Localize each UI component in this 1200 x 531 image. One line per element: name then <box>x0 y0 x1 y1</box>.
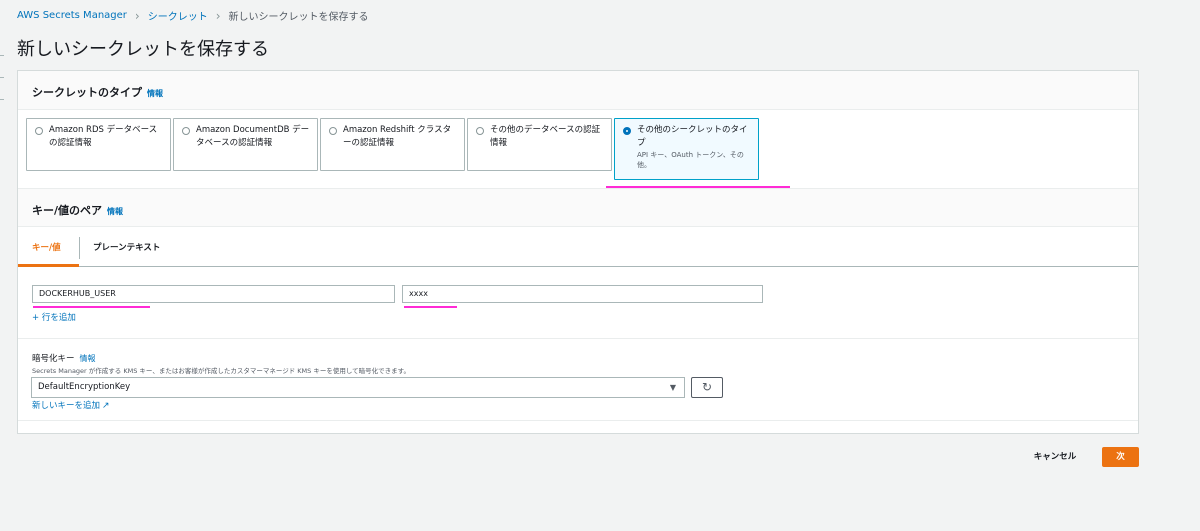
edge-mark <box>0 99 4 100</box>
breadcrumb: AWS Secrets Manager › シークレット › 新しいシークレット… <box>17 8 369 24</box>
secret-type-title: シークレットのタイプ 情報 <box>32 84 163 100</box>
radio-button[interactable] <box>35 127 43 135</box>
encryption-key-label-text: 暗号化キー <box>32 354 75 364</box>
add-new-key-link[interactable]: 新しいキーを追加 ↗ <box>32 399 110 411</box>
add-new-key-text: 新しいキーを追加 <box>32 401 101 411</box>
encryption-key-description: Secrets Manager が作成する KMS キー、またはお客様が作成した… <box>32 367 411 375</box>
secret-key-input[interactable]: DOCKERHUB_USER <box>32 285 395 303</box>
option-label: Amazon DocumentDB データベースの認証情報 <box>196 125 310 148</box>
active-tab-indicator <box>18 264 79 267</box>
chevron-right-icon: › <box>215 8 221 23</box>
option-label: Amazon RDS データベースの認証情報 <box>49 125 158 148</box>
refresh-button[interactable]: ↻ <box>691 377 723 398</box>
secret-type-option-rds[interactable]: Amazon RDS データベースの認証情報 <box>26 118 171 171</box>
add-row-button[interactable]: + 行を追加 <box>32 311 76 323</box>
divider <box>18 338 1138 339</box>
tab-separator <box>79 237 80 259</box>
cancel-button[interactable]: キャンセル <box>1022 447 1088 467</box>
radio-button[interactable] <box>329 127 337 135</box>
encryption-key-select[interactable]: DefaultEncryptionKey ▼ <box>31 377 685 398</box>
option-label: Amazon Redshift クラスターの認証情報 <box>343 125 452 148</box>
secret-type-option-other-db[interactable]: その他のデータベースの認証情報 <box>467 118 612 171</box>
breadcrumb-current: 新しいシークレットを保存する <box>228 12 369 23</box>
option-label: その他のシークレットのタイプ <box>637 125 748 148</box>
edge-mark <box>0 55 4 56</box>
secret-value-input[interactable]: xxxx <box>402 285 763 303</box>
tab-baseline <box>18 266 1138 267</box>
chevron-right-icon: › <box>134 8 140 23</box>
secret-type-title-text: シークレットのタイプ <box>32 86 142 99</box>
radio-button-selected[interactable] <box>623 127 631 135</box>
option-label: その他のデータベースの認証情報 <box>490 125 601 148</box>
info-link[interactable]: 情報 <box>80 354 96 363</box>
secret-type-option-redshift[interactable]: Amazon Redshift クラスターの認証情報 <box>320 118 465 171</box>
annotation-underline <box>33 306 150 308</box>
radio-button[interactable] <box>476 127 484 135</box>
option-description: API キー、OAuth トークン、その他。 <box>637 151 744 169</box>
radio-button[interactable] <box>182 127 190 135</box>
tab-plaintext[interactable]: プレーンテキスト <box>93 241 160 253</box>
external-link-icon: ↗ <box>102 401 110 411</box>
encryption-key-label: 暗号化キー 情報 <box>32 352 96 364</box>
info-link[interactable]: 情報 <box>147 89 163 98</box>
tab-key-value[interactable]: キー/値 <box>32 241 61 253</box>
refresh-icon: ↻ <box>701 380 713 394</box>
breadcrumb-secrets[interactable]: シークレット <box>148 8 208 23</box>
secret-type-header: シークレットのタイプ 情報 <box>18 71 1138 110</box>
kv-title-text: キー/値のペア <box>32 204 103 217</box>
kv-title: キー/値のペア 情報 <box>32 202 123 218</box>
encryption-key-selected: DefaultEncryptionKey <box>38 382 131 392</box>
store-secret-panel: シークレットのタイプ 情報 Amazon RDS データベースの認証情報 Amaz… <box>17 70 1139 434</box>
next-button[interactable]: 次 <box>1102 447 1139 467</box>
secret-type-option-other-secret[interactable]: その他のシークレットのタイプ API キー、OAuth トークン、その他。 <box>614 118 759 180</box>
kv-header: キー/値のペア 情報 <box>18 188 1138 227</box>
edge-mark <box>0 77 4 78</box>
annotation-underline <box>404 306 457 308</box>
page-title: 新しいシークレットを保存する <box>17 39 269 60</box>
secret-type-option-documentdb[interactable]: Amazon DocumentDB データベースの認証情報 <box>173 118 318 171</box>
info-link[interactable]: 情報 <box>107 207 123 216</box>
caret-down-icon: ▼ <box>669 383 676 392</box>
divider <box>18 420 1138 421</box>
breadcrumb-secrets-manager[interactable]: AWS Secrets Manager <box>17 10 127 21</box>
